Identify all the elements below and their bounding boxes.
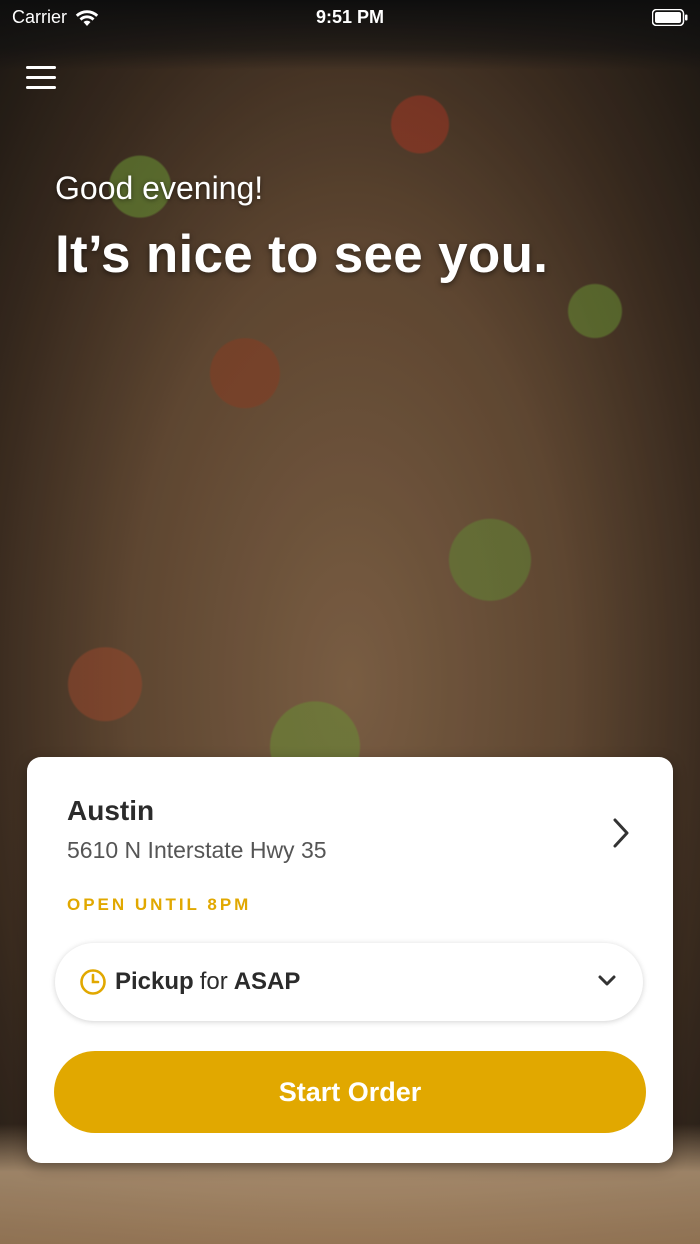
status-bar: Carrier 9:51 PM xyxy=(0,0,700,36)
order-connector: for xyxy=(199,968,228,995)
chevron-right-icon[interactable] xyxy=(611,817,631,849)
app-screen: Carrier 9:51 PM Good evening! It’s nice … xyxy=(0,0,700,1244)
clock-icon xyxy=(79,968,107,996)
menu-icon[interactable] xyxy=(26,66,56,92)
battery-icon xyxy=(651,8,688,27)
welcome-headline: It’s nice to see you. xyxy=(55,225,549,284)
order-card: Austin 5610 N Interstate Hwy 35 OPEN UNT… xyxy=(27,757,673,1163)
location-selector[interactable]: Austin 5610 N Interstate Hwy 35 xyxy=(67,795,643,864)
greeting-text: Good evening! xyxy=(55,170,264,206)
chevron-down-icon xyxy=(597,973,617,989)
location-address: 5610 N Interstate Hwy 35 xyxy=(67,837,327,863)
order-mode: Pickup xyxy=(115,968,194,995)
hours-status: OPEN UNTIL 8PM xyxy=(67,895,252,914)
status-time: 9:51 PM xyxy=(315,7,385,27)
order-type-text: Pickup for ASAP xyxy=(115,968,300,996)
start-order-button[interactable]: Start Order xyxy=(54,1051,646,1133)
location-name: Austin xyxy=(67,795,155,826)
order-timing: ASAP xyxy=(233,968,301,995)
order-type-dropdown[interactable]: Pickup for ASAP xyxy=(55,943,643,1021)
